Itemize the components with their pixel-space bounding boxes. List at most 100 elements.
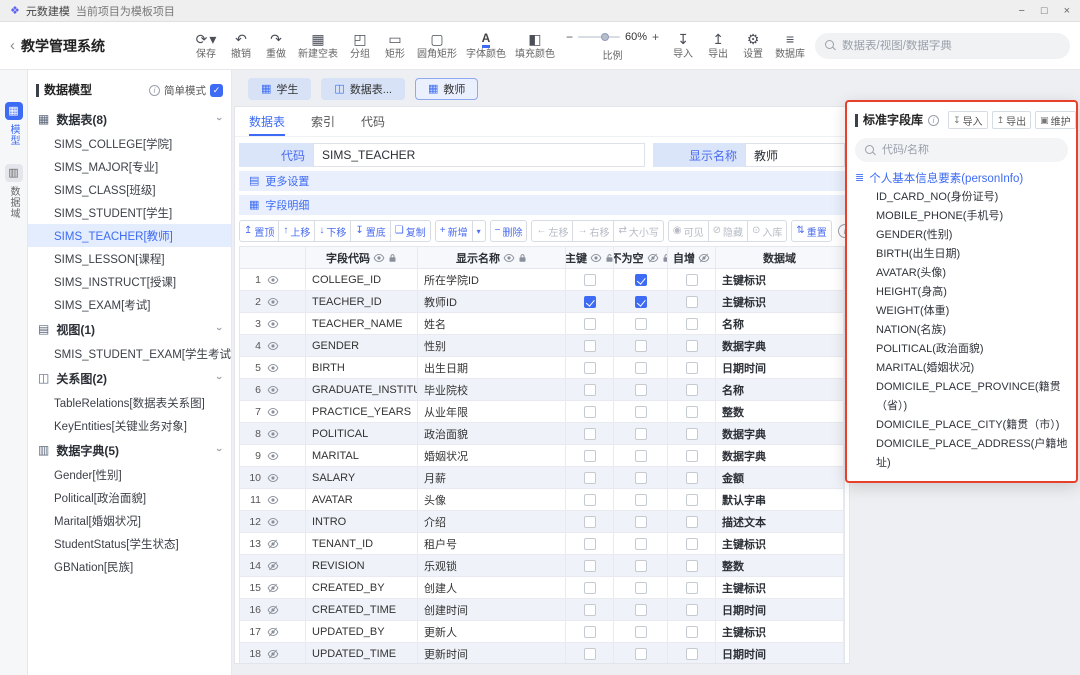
field-library-item[interactable]: AVATAR(头像) (876, 264, 1068, 283)
checkbox[interactable] (686, 538, 698, 550)
editor-tab[interactable]: 数据表 (249, 107, 285, 136)
data-domain-cell[interactable]: 整数 (716, 555, 844, 576)
field-code-cell[interactable]: POLITICAL (306, 423, 418, 444)
data-domain-cell[interactable]: 数据字典 (716, 445, 844, 466)
checkbox[interactable] (686, 296, 698, 308)
tree-item[interactable]: SIMS_EXAM[考试] (28, 293, 231, 316)
display-name-cell[interactable]: 创建时间 (418, 599, 566, 620)
data-domain-cell[interactable]: 主键标识 (716, 269, 844, 290)
field-code-cell[interactable]: GENDER (306, 335, 418, 356)
eye-off-icon[interactable] (267, 582, 279, 594)
data-domain-cell[interactable]: 日期时间 (716, 357, 844, 378)
eye-icon[interactable] (373, 252, 385, 264)
grid-tool-copy[interactable]: ❏复制 (390, 221, 430, 241)
checkbox[interactable] (584, 406, 596, 418)
rail-item-1[interactable]: ▥数据域 (5, 164, 23, 219)
data-domain-cell[interactable]: 主键标识 (716, 577, 844, 598)
field-code-cell[interactable]: PRACTICE_YEARS (306, 401, 418, 422)
display-name-cell[interactable]: 性别 (418, 335, 566, 356)
data-domain-cell[interactable]: 数据字典 (716, 423, 844, 444)
zoom-out-button[interactable]: − (566, 30, 573, 44)
field-library-button-export[interactable]: ↥导出 (992, 111, 1032, 129)
checkbox[interactable] (686, 626, 698, 638)
grid-tool-reset[interactable]: ⇅重置 (792, 221, 830, 241)
tree-item[interactable]: GBNation[民族] (28, 555, 231, 578)
checkbox[interactable] (635, 538, 647, 550)
checkbox[interactable] (635, 340, 647, 352)
tree-group[interactable]: ◫关系图(2)› (28, 365, 231, 391)
eye-off-icon[interactable] (267, 560, 279, 572)
tree-item[interactable]: Gender[性别] (28, 463, 231, 486)
tree-item[interactable]: SIMS_INSTRUCT[授课] (28, 270, 231, 293)
field-library-item[interactable]: DOMICILE_PLACE_PROVINCE(籍贯（省）) (876, 378, 1068, 416)
data-domain-cell[interactable]: 名称 (716, 379, 844, 400)
checkbox[interactable] (584, 318, 596, 330)
checkbox[interactable] (635, 384, 647, 396)
field-library-item[interactable]: HEIGHT(身高) (876, 283, 1068, 302)
toolbar-button-rect[interactable]: ▭矩形 (379, 30, 411, 62)
checkbox[interactable] (584, 362, 596, 374)
checkbox[interactable] (584, 604, 596, 616)
eye-off-icon[interactable] (267, 604, 279, 616)
display-name-cell[interactable]: 更新人 (418, 621, 566, 642)
grid-tool-to-bottom[interactable]: ↧置底 (350, 221, 389, 241)
tree-item[interactable]: SIMS_LESSON[课程] (28, 247, 231, 270)
field-code-cell[interactable]: COLLEGE_ID (306, 269, 418, 290)
display-name-cell[interactable]: 所在学院ID (418, 269, 566, 290)
checkbox[interactable] (635, 494, 647, 506)
checkbox[interactable] (686, 384, 698, 396)
eye-icon[interactable] (267, 494, 279, 506)
data-domain-cell[interactable]: 描述文本 (716, 511, 844, 532)
field-group-link[interactable]: ≣ 个人基本信息要素(personInfo) (855, 168, 1068, 188)
grid-tool-to-top[interactable]: ↥置顶 (240, 221, 278, 241)
caret-down-icon[interactable]: ▾ (472, 221, 485, 241)
tree-group[interactable]: ▦数据表(8)› (28, 106, 231, 132)
field-code-cell[interactable]: REVISION (306, 555, 418, 576)
field-library-item[interactable]: ID_CARD_NO(身份证号) (876, 188, 1068, 207)
eye-off-icon[interactable] (267, 538, 279, 550)
eye-icon[interactable] (267, 318, 279, 330)
toolbar-button-database[interactable]: ≡数据库 (772, 30, 808, 62)
data-domain-cell[interactable]: 主键标识 (716, 621, 844, 642)
eye-icon[interactable] (590, 252, 602, 264)
field-library-button-maintain[interactable]: ▣维护 (1035, 111, 1076, 129)
eye-off-icon[interactable] (267, 648, 279, 660)
eye-icon[interactable] (267, 406, 279, 418)
checkbox[interactable] (686, 406, 698, 418)
field-code-cell[interactable]: TENANT_ID (306, 533, 418, 554)
toolbar-button-undo[interactable]: ↶撤销 (225, 30, 257, 62)
code-input[interactable] (313, 143, 645, 167)
tree-item[interactable]: StudentStatus[学生状态] (28, 532, 231, 555)
display-name-cell[interactable]: 姓名 (418, 313, 566, 334)
data-domain-cell[interactable]: 默认字串 (716, 489, 844, 510)
data-domain-cell[interactable]: 金额 (716, 467, 844, 488)
toolbar-button-save[interactable]: ⟳▾保存 (190, 30, 222, 62)
rail-item-0[interactable]: ▦模型 (5, 102, 23, 146)
eye-icon[interactable] (503, 252, 515, 264)
data-domain-cell[interactable]: 主键标识 (716, 533, 844, 554)
eye-off-icon[interactable] (647, 252, 659, 264)
global-search[interactable] (815, 33, 1070, 59)
checkbox[interactable] (584, 296, 596, 308)
tree-item[interactable]: TableRelations[数据表关系图] (28, 391, 231, 414)
grid-info-icon[interactable]: i (838, 224, 845, 238)
field-code-cell[interactable]: UPDATED_TIME (306, 643, 418, 663)
data-domain-cell[interactable]: 日期时间 (716, 599, 844, 620)
toolbar-button-font-color[interactable]: A字体颜色 (463, 30, 509, 62)
field-code-cell[interactable]: UPDATED_BY (306, 621, 418, 642)
checkbox[interactable] (635, 560, 647, 572)
checkbox[interactable] (635, 516, 647, 528)
checkbox[interactable] (584, 384, 596, 396)
checkbox[interactable] (635, 274, 647, 286)
field-code-cell[interactable]: MARITAL (306, 445, 418, 466)
field-library-button-import[interactable]: ↧导入 (948, 111, 988, 129)
zoom-in-button[interactable]: + (652, 30, 659, 44)
data-domain-cell[interactable]: 名称 (716, 313, 844, 334)
checkbox[interactable] (686, 472, 698, 484)
checkbox[interactable] (584, 340, 596, 352)
display-name-cell[interactable]: 介绍 (418, 511, 566, 532)
display-name-cell[interactable]: 教师ID (418, 291, 566, 312)
eye-icon[interactable] (267, 428, 279, 440)
field-library-info-icon[interactable]: i (928, 115, 939, 126)
grid-tool-delete[interactable]: −删除 (491, 221, 527, 241)
